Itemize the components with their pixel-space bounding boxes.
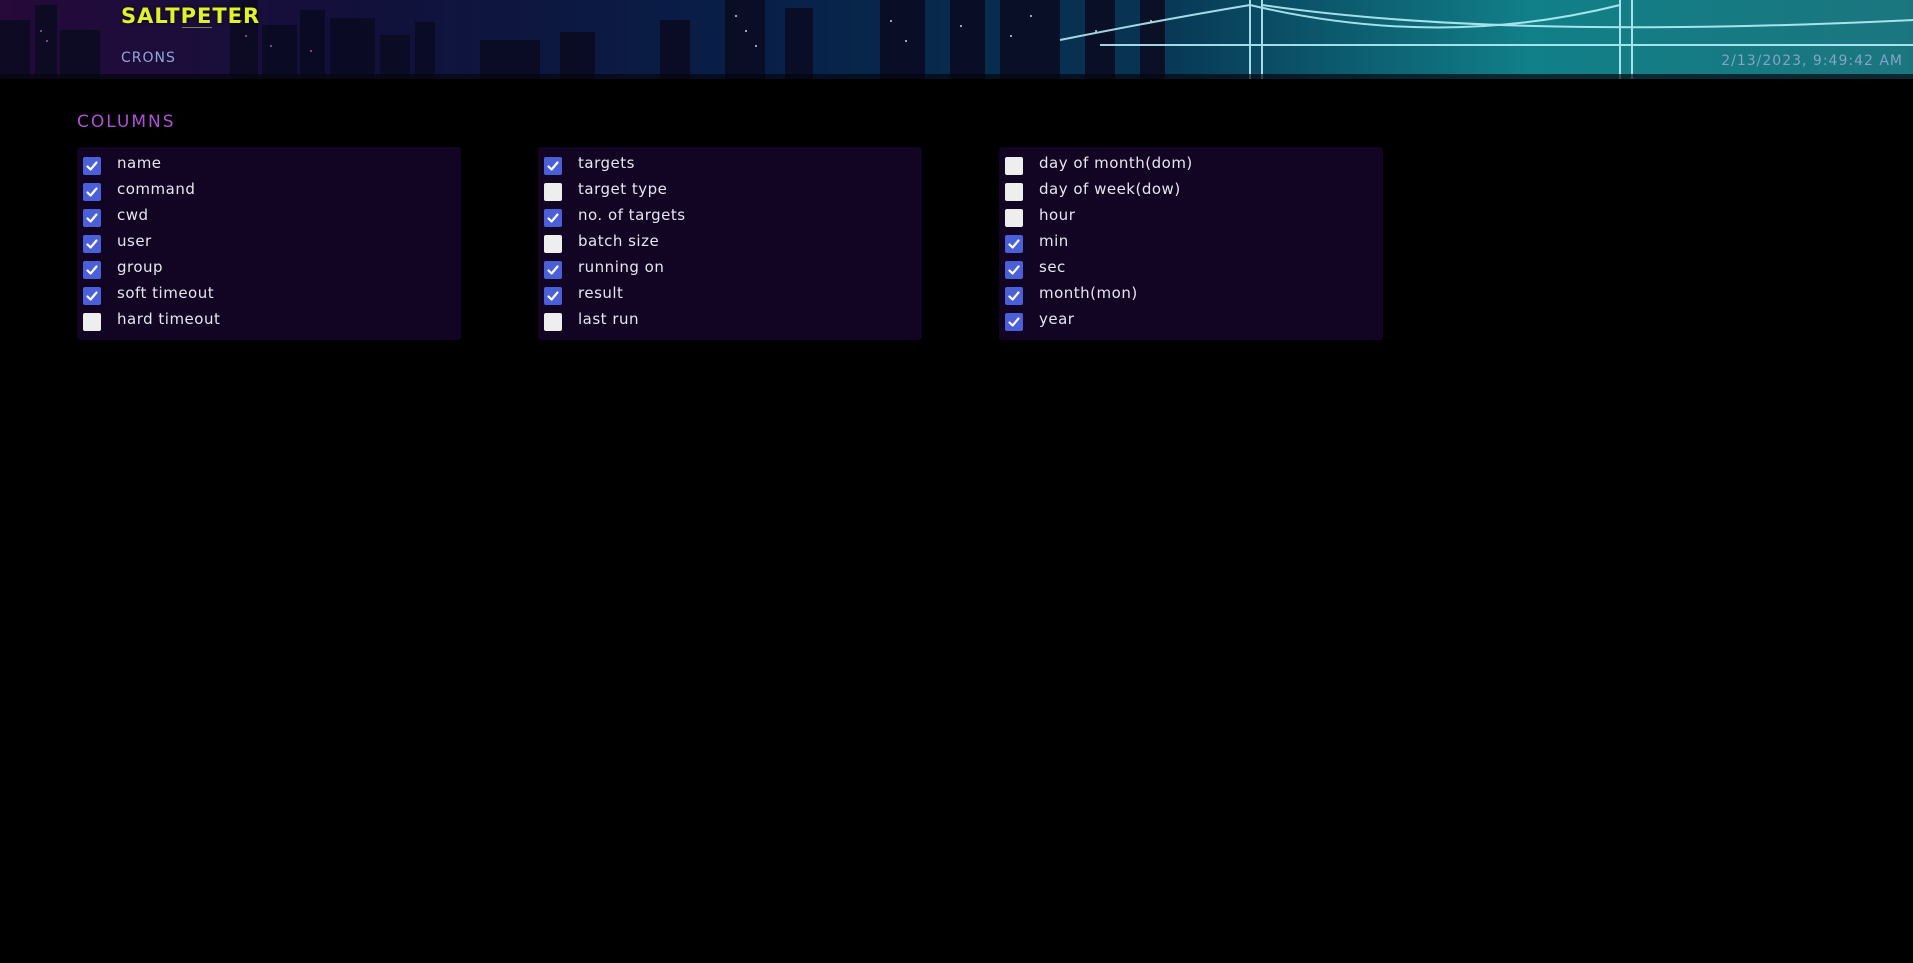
column-toggle-row[interactable]: year: [999, 307, 1383, 333]
column-checkbox[interactable]: [1005, 235, 1023, 253]
column-toggle-row[interactable]: min: [999, 229, 1383, 255]
column-checkbox[interactable]: [544, 287, 562, 305]
column-toggle-row[interactable]: result: [538, 281, 922, 307]
checkmark-icon: [547, 161, 559, 171]
column-checkbox-label: user: [117, 232, 152, 250]
column-checkbox-label: command: [117, 180, 196, 198]
column-toggle-row[interactable]: day of week(dow): [999, 177, 1383, 203]
column-toggle-row[interactable]: group: [77, 255, 461, 281]
column-checkbox[interactable]: [544, 235, 562, 253]
checkmark-icon: [1008, 239, 1020, 249]
column-toggle-row[interactable]: name: [77, 151, 461, 177]
column-checkbox-label: group: [117, 258, 164, 276]
column-checkbox-label: running on: [578, 258, 665, 276]
column-checkbox[interactable]: [1005, 157, 1023, 175]
columns-panel-2: targets target type no. of targets batch si…: [538, 147, 922, 340]
column-toggle-row[interactable]: running on: [538, 255, 922, 281]
header-banner: SALTPETER CRONS 2/13/2023, 9:49:42 AM: [0, 0, 1913, 79]
column-checkbox-label: soft timeout: [117, 284, 215, 302]
column-toggle-row[interactable]: target type: [538, 177, 922, 203]
column-toggle-row[interactable]: sec: [999, 255, 1383, 281]
column-checkbox[interactable]: [83, 209, 101, 227]
column-checkbox-label: cwd: [117, 206, 149, 224]
logo-underline: [182, 27, 212, 28]
column-checkbox[interactable]: [83, 313, 101, 331]
columns-section-title: COLUMNS: [77, 112, 176, 132]
column-checkbox-label: month(mon): [1039, 284, 1138, 302]
column-checkbox-label: sec: [1039, 258, 1066, 276]
column-checkbox[interactable]: [83, 261, 101, 279]
column-toggle-row[interactable]: last run: [538, 307, 922, 333]
clock-readout: 2/13/2023, 9:49:42 AM: [1721, 53, 1903, 69]
column-checkbox[interactable]: [544, 209, 562, 227]
column-toggle-row[interactable]: targets: [538, 151, 922, 177]
checkmark-icon: [1008, 265, 1020, 275]
column-toggle-row[interactable]: soft timeout: [77, 281, 461, 307]
column-checkbox[interactable]: [83, 183, 101, 201]
column-checkbox-label: year: [1039, 310, 1075, 328]
column-checkbox-label: batch size: [578, 232, 660, 250]
column-toggle-row[interactable]: batch size: [538, 229, 922, 255]
column-toggle-row[interactable]: hour: [999, 203, 1383, 229]
checkmark-icon: [86, 239, 98, 249]
checkmark-icon: [86, 265, 98, 275]
columns-panel-1: name command cwd user group soft timeout hard …: [77, 147, 461, 340]
column-checkbox-label: target type: [578, 180, 668, 198]
checkmark-icon: [547, 265, 559, 275]
column-checkbox[interactable]: [83, 157, 101, 175]
column-checkbox[interactable]: [1005, 209, 1023, 227]
column-checkbox[interactable]: [1005, 313, 1023, 331]
column-checkbox-label: last run: [578, 310, 640, 328]
column-checkbox-label: day of week(dow): [1039, 180, 1181, 198]
column-checkbox[interactable]: [1005, 261, 1023, 279]
checkmark-icon: [86, 291, 98, 301]
column-checkbox[interactable]: [83, 235, 101, 253]
column-checkbox[interactable]: [83, 287, 101, 305]
column-checkbox-label: day of month(dom): [1039, 154, 1193, 172]
column-checkbox-label: name: [117, 154, 162, 172]
column-toggle-row[interactable]: command: [77, 177, 461, 203]
column-toggle-row[interactable]: month(mon): [999, 281, 1383, 307]
checkmark-icon: [1008, 291, 1020, 301]
column-checkbox-label: hour: [1039, 206, 1076, 224]
checkmark-icon: [86, 213, 98, 223]
column-checkbox[interactable]: [544, 313, 562, 331]
column-toggle-row[interactable]: user: [77, 229, 461, 255]
column-toggle-row[interactable]: hard timeout: [77, 307, 461, 333]
nav-crons-link[interactable]: CRONS: [121, 50, 176, 66]
checkmark-icon: [547, 291, 559, 301]
checkmark-icon: [86, 161, 98, 171]
column-toggle-row[interactable]: cwd: [77, 203, 461, 229]
checkmark-icon: [547, 213, 559, 223]
column-checkbox-label: hard timeout: [117, 310, 221, 328]
column-checkbox[interactable]: [1005, 183, 1023, 201]
checkmark-icon: [86, 187, 98, 197]
column-checkbox-label: result: [578, 284, 624, 302]
column-checkbox[interactable]: [544, 183, 562, 201]
column-checkbox[interactable]: [1005, 287, 1023, 305]
columns-panel-3: day of month(dom) day of week(dow) hour min…: [999, 147, 1383, 340]
saltpeter-logo[interactable]: SALTPETER: [121, 4, 260, 28]
city-skyline-image: [0, 0, 1913, 79]
column-checkbox-label: no. of targets: [578, 206, 686, 224]
column-toggle-row[interactable]: day of month(dom): [999, 151, 1383, 177]
column-toggle-row[interactable]: no. of targets: [538, 203, 922, 229]
column-checkbox-label: targets: [578, 154, 635, 172]
column-checkbox[interactable]: [544, 157, 562, 175]
checkmark-icon: [1008, 317, 1020, 327]
column-checkbox-label: min: [1039, 232, 1069, 250]
column-checkbox[interactable]: [544, 261, 562, 279]
